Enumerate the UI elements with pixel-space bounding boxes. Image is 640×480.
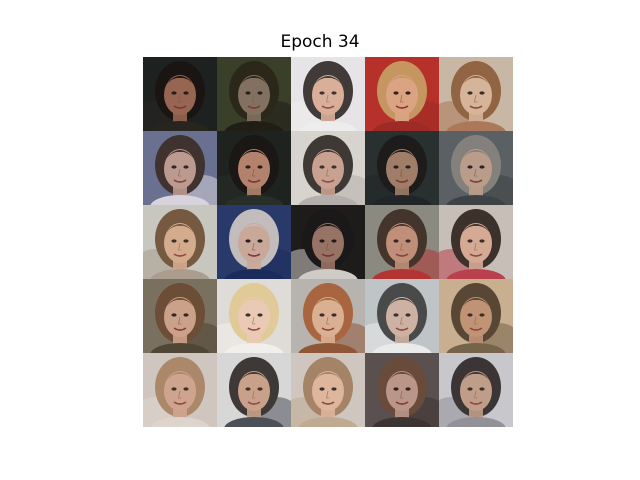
face-image (365, 57, 439, 131)
face-image (143, 353, 217, 427)
face-image (439, 131, 513, 205)
face-tile-r4-c2 (217, 279, 291, 353)
face-image (439, 353, 513, 427)
face-image (439, 205, 513, 279)
face-image (217, 131, 291, 205)
face-tile-r4-c1 (143, 279, 217, 353)
face-tile-r1-c5 (439, 57, 513, 131)
face-tile-r4-c3 (291, 279, 365, 353)
face-tile-r4-c5 (439, 279, 513, 353)
face-image (365, 279, 439, 353)
face-tile-r2-c2 (217, 131, 291, 205)
face-image (217, 353, 291, 427)
face-image (365, 205, 439, 279)
image-grid (143, 57, 513, 427)
face-tile-r5-c5 (439, 353, 513, 427)
face-image (143, 131, 217, 205)
figure-title: Epoch 34 (280, 32, 360, 52)
face-tile-r3-c4 (365, 205, 439, 279)
face-tile-r3-c2 (217, 205, 291, 279)
face-image (143, 205, 217, 279)
face-tile-r5-c4 (365, 353, 439, 427)
face-tile-r1-c1 (143, 57, 217, 131)
face-tile-r2-c3 (291, 131, 365, 205)
face-image (439, 279, 513, 353)
face-tile-r4-c4 (365, 279, 439, 353)
face-tile-r2-c1 (143, 131, 217, 205)
face-image (217, 57, 291, 131)
face-tile-r1-c2 (217, 57, 291, 131)
face-image (143, 57, 217, 131)
face-tile-r3-c1 (143, 205, 217, 279)
face-image (291, 353, 365, 427)
face-tile-r2-c5 (439, 131, 513, 205)
face-tile-r3-c5 (439, 205, 513, 279)
face-image (291, 57, 365, 131)
face-image (439, 57, 513, 131)
face-tile-r2-c4 (365, 131, 439, 205)
face-image (365, 131, 439, 205)
face-image (217, 205, 291, 279)
figure: Epoch 34 (0, 0, 640, 480)
face-tile-r1-c4 (365, 57, 439, 131)
face-image (143, 279, 217, 353)
face-image (217, 279, 291, 353)
face-image (291, 279, 365, 353)
face-tile-r5-c2 (217, 353, 291, 427)
face-image (291, 131, 365, 205)
face-tile-r3-c3 (291, 205, 365, 279)
face-image (291, 205, 365, 279)
face-image (365, 353, 439, 427)
face-tile-r5-c3 (291, 353, 365, 427)
face-tile-r1-c3 (291, 57, 365, 131)
face-tile-r5-c1 (143, 353, 217, 427)
